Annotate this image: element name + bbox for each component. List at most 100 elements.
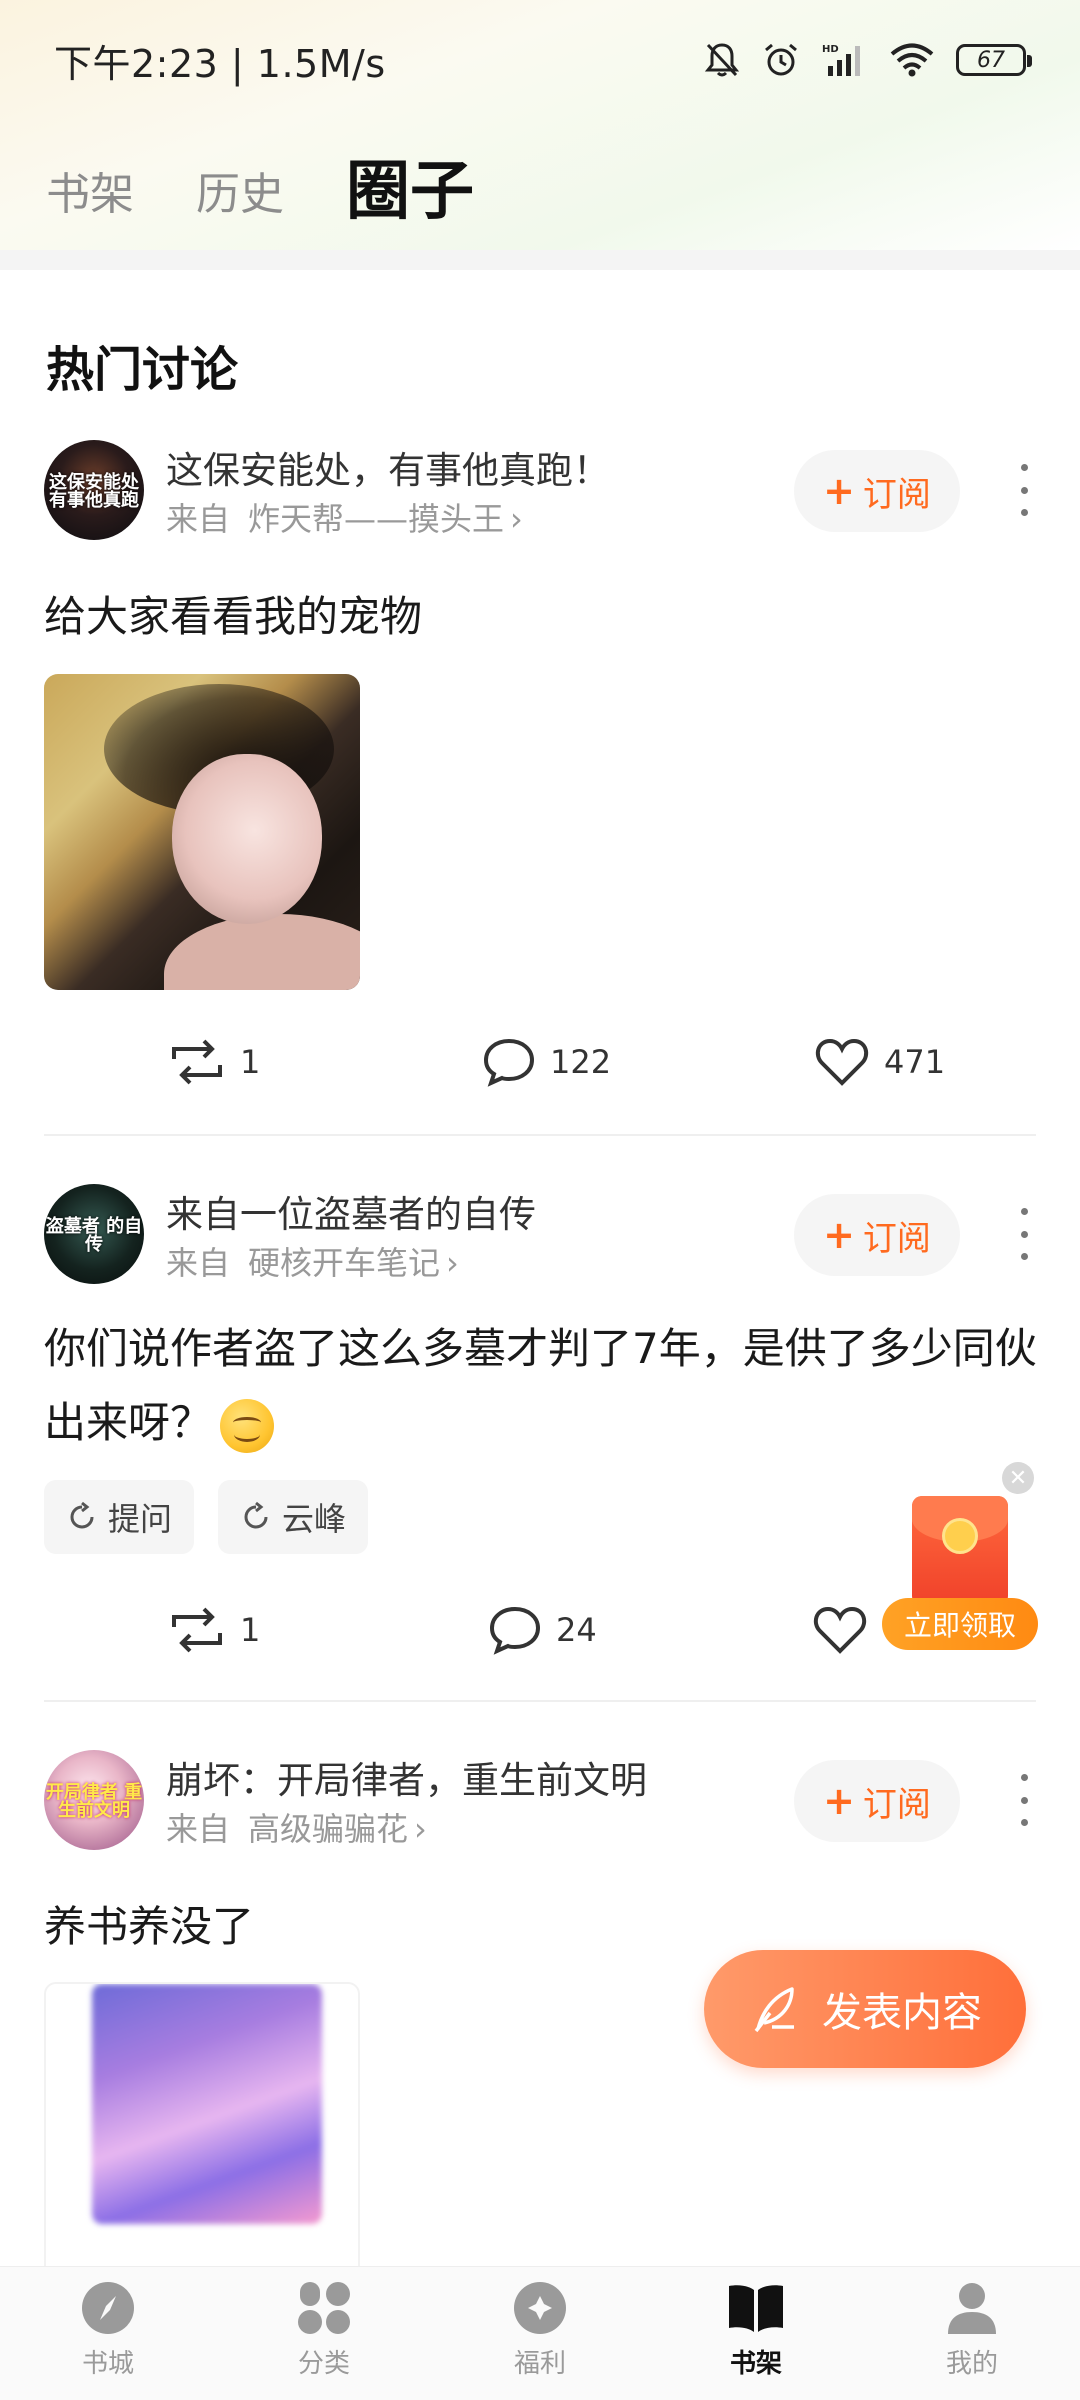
comment-icon [483, 1038, 535, 1087]
topic-tag[interactable]: 云峰 [218, 1480, 369, 1554]
subscribe-label: 订阅 [862, 1784, 931, 1825]
comment-button[interactable]: 24 [488, 1600, 597, 1660]
tab-history[interactable]: 历史 [196, 158, 284, 244]
nav-welfare[interactable]: 福利 [432, 2267, 648, 2400]
repost-icon [172, 1039, 222, 1085]
like-button[interactable] [812, 1600, 868, 1660]
status-bar: 下午2:23 | 1.5M/s HD 67 [0, 0, 1080, 120]
plus-icon: + [823, 1779, 855, 1823]
author-name: 炸天帮——摸头王 [248, 500, 505, 538]
chevron-right-icon: › [446, 1244, 459, 1282]
book-avatar[interactable]: 盗墓者 的自传 [44, 1184, 144, 1284]
topic-tag[interactable]: 提问 [44, 1480, 195, 1554]
nav-label: 福利 [513, 2349, 566, 2379]
book-open-icon [727, 2279, 785, 2337]
more-options-icon[interactable] [1004, 1202, 1044, 1266]
tag-label: 提问 [108, 1500, 173, 1538]
grid-icon [295, 2279, 353, 2337]
claim-now-button[interactable]: 立即领取 [882, 1598, 1038, 1650]
red-envelope-icon [912, 1496, 1008, 1606]
close-icon[interactable]: ✕ [1002, 1462, 1034, 1494]
refresh-icon [244, 1501, 268, 1529]
tab-bookshelf[interactable]: 书架 [46, 158, 134, 244]
avatar-cover-text: 这保安能处 有事他真跑 [49, 472, 139, 511]
repost-button[interactable]: 1 [168, 1032, 260, 1092]
svg-text:HD: HD [822, 44, 839, 55]
more-options-icon[interactable] [1004, 1768, 1044, 1832]
nav-bookstore[interactable]: 书城 [0, 2267, 216, 2400]
subscribe-button[interactable]: + 订阅 [794, 1194, 960, 1276]
post-text[interactable]: 你们说作者盗了这么多墓才判了7年，是供了多少同伙出来呀？ [44, 1312, 1044, 1460]
more-options-icon[interactable] [1004, 458, 1044, 522]
bottom-nav: 书城 分类 福利 书架 我的 [0, 2266, 1080, 2400]
post-text[interactable]: 给大家看看我的宠物 [44, 580, 1044, 654]
book-title[interactable]: 崩坏：开局律者，重生前文明 [166, 1750, 647, 1804]
plus-icon: + [823, 469, 855, 513]
repost-icon [172, 1607, 222, 1653]
post-source[interactable]: 来自 高级骗骗花 › [166, 1804, 427, 1850]
repost-count: 1 [240, 1043, 261, 1081]
top-tabs: 书架 历史 圈子 [46, 140, 474, 244]
alarm-icon [765, 43, 797, 76]
feather-pen-icon [754, 1987, 794, 2033]
from-label: 来自 [166, 1244, 231, 1282]
heart-icon [815, 1038, 869, 1086]
post-header: 开局律者 重生前文明 崩坏：开局律者，重生前文明 来自 高级骗骗花 › + 订阅 [44, 1750, 1044, 1850]
user-icon [943, 2279, 1001, 2337]
publish-button[interactable]: 发表内容 [704, 1950, 1026, 2068]
book-avatar[interactable]: 这保安能处 有事他真跑 [44, 440, 144, 540]
comment-icon [489, 1606, 541, 1655]
battery-level: 67 [977, 47, 1005, 73]
chevron-right-icon: › [414, 1810, 427, 1848]
book-cover-image[interactable] [44, 1982, 360, 2282]
nav-label: 分类 [297, 2349, 350, 2379]
battery-indicator: 67 [956, 44, 1032, 76]
compass-icon [79, 2279, 137, 2337]
bell-muted-icon [704, 43, 740, 77]
status-time: 下午2:23 | 1.5M/s [54, 41, 386, 86]
from-label: 来自 [166, 1810, 231, 1848]
nav-label: 我的 [945, 2349, 998, 2379]
smile-emoji-icon [220, 1398, 275, 1453]
avatar-cover-text: 盗墓者 的自传 [45, 1216, 143, 1255]
subscribe-label: 订阅 [862, 474, 931, 515]
like-button[interactable]: 471 [814, 1032, 945, 1092]
nav-profile[interactable]: 我的 [864, 2267, 1080, 2400]
author-name: 硬核开车笔记 [248, 1244, 441, 1282]
red-packet-widget[interactable]: ✕ 立即领取 [882, 1462, 1038, 1658]
tab-circle[interactable]: 圈子 [346, 140, 474, 244]
tag-label: 云峰 [282, 1500, 347, 1538]
book-avatar[interactable]: 开局律者 重生前文明 [44, 1750, 144, 1850]
section-title: 热门讨论 [46, 342, 239, 398]
subscribe-button[interactable]: + 订阅 [794, 450, 960, 532]
signal-hd-icon: HD [822, 44, 860, 76]
post-source[interactable]: 来自 硬核开车笔记 › [166, 1238, 459, 1284]
book-title[interactable]: 来自一位盗墓者的自传 [166, 1184, 536, 1238]
post-source[interactable]: 来自 炸天帮——摸头王 › [166, 494, 523, 540]
wifi-icon [890, 43, 934, 77]
subscribe-label: 订阅 [862, 1218, 931, 1259]
plus-icon: + [823, 1213, 855, 1257]
status-icons: HD 67 [704, 41, 1032, 79]
refresh-icon [70, 1501, 94, 1529]
post-text-content: 你们说作者盗了这么多墓才判了7年，是供了多少同伙出来呀？ [44, 1324, 1037, 1447]
repost-count: 1 [240, 1611, 261, 1649]
like-count: 471 [884, 1043, 946, 1081]
header-divider [0, 250, 1080, 270]
post-actions: 1 122 471 [0, 1032, 1080, 1092]
gift-icon [511, 2279, 569, 2337]
post-header: 盗墓者 的自传 来自一位盗墓者的自传 来自 硬核开车笔记 › + 订阅 [44, 1184, 1044, 1284]
comment-button[interactable]: 122 [482, 1032, 611, 1092]
nav-category[interactable]: 分类 [216, 2267, 432, 2400]
author-name: 高级骗骗花 [248, 1810, 409, 1848]
chevron-right-icon: › [510, 500, 523, 538]
nav-bookshelf[interactable]: 书架 [648, 2267, 864, 2400]
subscribe-button[interactable]: + 订阅 [794, 1760, 960, 1842]
post-photo[interactable] [44, 674, 360, 990]
heart-icon [813, 1606, 867, 1654]
repost-button[interactable]: 1 [168, 1600, 260, 1660]
publish-label: 发表内容 [822, 1990, 982, 2036]
comment-count: 24 [556, 1611, 597, 1649]
book-title[interactable]: 这保安能处，有事他真跑！ [166, 440, 610, 494]
post-divider [44, 1134, 1036, 1136]
